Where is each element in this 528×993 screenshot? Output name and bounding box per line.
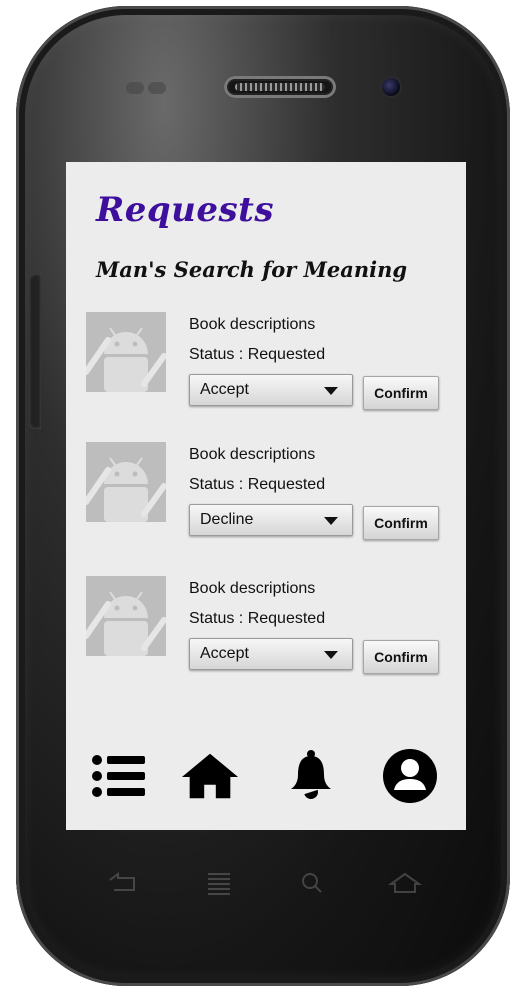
nav-notifications[interactable] — [284, 746, 344, 806]
request-item: Book descriptions Status : Requested Dec… — [86, 442, 456, 552]
front-camera — [382, 78, 400, 96]
account-icon — [383, 749, 437, 803]
dropdown-value: Decline — [200, 511, 254, 528]
dropdown-value: Accept — [200, 645, 249, 662]
book-thumbnail — [86, 576, 166, 656]
android-placeholder-icon — [86, 312, 166, 392]
light-sensor — [148, 82, 166, 94]
book-description: Book descriptions — [189, 316, 316, 333]
home-outline-icon[interactable] — [388, 870, 422, 896]
bell-icon — [291, 750, 331, 799]
request-item: Book descriptions Status : Requested Acc… — [86, 312, 456, 422]
android-placeholder-icon — [86, 442, 166, 522]
confirm-button[interactable]: Confirm — [363, 506, 439, 540]
book-title: Man's Search for Meaning — [96, 257, 408, 282]
action-dropdown[interactable]: Accept — [189, 638, 353, 670]
page-title: Requests — [96, 190, 275, 230]
action-dropdown[interactable]: Accept — [189, 374, 353, 406]
nav-profile[interactable] — [380, 746, 440, 806]
book-thumbnail — [86, 442, 166, 522]
search-icon[interactable] — [296, 870, 330, 896]
book-thumbnail — [86, 312, 166, 392]
home-icon — [181, 753, 239, 799]
back-icon[interactable] — [106, 870, 140, 896]
request-status: Status : Requested — [189, 610, 326, 627]
action-dropdown[interactable]: Decline — [189, 504, 353, 536]
earpiece-speaker — [224, 76, 336, 98]
list-icon — [92, 755, 145, 797]
app-screen: Requests Man's Search for Meaning Book d… — [66, 162, 466, 830]
android-placeholder-icon — [86, 576, 166, 656]
bottom-nav — [66, 746, 466, 806]
nav-home[interactable] — [180, 746, 240, 806]
nav-list[interactable] — [88, 746, 148, 806]
proximity-sensor — [126, 82, 144, 94]
book-description: Book descriptions — [189, 580, 316, 597]
caret-down-icon — [324, 387, 338, 395]
request-item: Book descriptions Status : Requested Acc… — [86, 576, 456, 686]
caret-down-icon — [324, 517, 338, 525]
request-status: Status : Requested — [189, 476, 326, 493]
caret-down-icon — [324, 651, 338, 659]
confirm-button[interactable]: Confirm — [363, 640, 439, 674]
book-description: Book descriptions — [189, 446, 316, 463]
volume-button — [29, 274, 41, 429]
dropdown-value: Accept — [200, 381, 249, 398]
request-status: Status : Requested — [189, 346, 326, 363]
menu-icon[interactable] — [202, 870, 236, 896]
confirm-button[interactable]: Confirm — [363, 376, 439, 410]
